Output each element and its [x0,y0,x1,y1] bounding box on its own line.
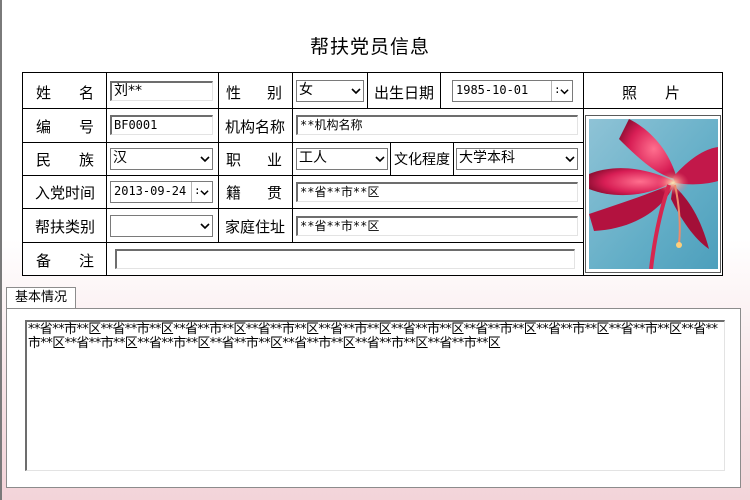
col-divider [583,73,584,275]
chevron-down-icon [351,88,361,95]
ethnicity-select[interactable]: 汉 [110,148,213,170]
member-photo[interactable] [589,119,718,269]
label-birthdate: 出生日期 [373,83,434,102]
col-divider [367,73,368,108]
photo-header-divider [583,108,722,109]
flower-photo [589,119,718,269]
row-divider [23,142,583,143]
remark-field[interactable] [115,249,575,269]
org-name-field[interactable]: **机构名称 [296,115,578,135]
assist-type-select[interactable] [110,215,213,237]
chevron-down-icon [560,89,569,95]
date-dropdown-button[interactable]: : [191,182,212,202]
number-field[interactable]: BF0001 [110,115,213,135]
home-address-field[interactable]: **省**市**区 [296,216,578,236]
page-title: 帮扶党员信息 [309,36,430,58]
basic-info-textarea[interactable]: **省**市**区**省**市**区**省**市**区**省**市**区**省*… [25,320,725,471]
join-date-picker[interactable]: 2013-09-24: [110,181,213,203]
gender-select[interactable]: 女 [296,80,364,102]
col-divider [440,73,441,108]
name-field[interactable]: 刘** [110,81,213,101]
label-org-name: 机构名称 [224,117,285,136]
label-home-address: 家庭住址 [224,217,285,236]
col-divider [292,73,293,242]
window-left-edge [0,0,2,500]
chevron-down-icon [200,223,210,230]
label-assist-type: 帮扶类别 [34,217,95,236]
col-divider [218,73,219,242]
chevron-down-icon [565,156,575,163]
birthdate-picker[interactable]: 1985-10-01: [452,80,573,102]
col-divider [106,73,107,275]
chevron-down-icon [200,156,210,163]
label-education: 文化程度 [394,152,450,168]
label-gender: 性别 [226,83,282,102]
row-divider [23,175,583,176]
label-occupation: 职业 [226,150,282,169]
label-name: 姓名 [36,83,94,102]
row-divider [23,208,583,209]
date-dropdown-button[interactable]: : [551,81,572,101]
label-number: 编号 [36,117,94,136]
label-ethnicity: 民族 [36,150,94,169]
label-photo: 照片 [622,83,680,102]
row-divider [23,242,583,243]
chevron-down-icon [375,156,385,163]
label-native-place: 籍贯 [226,183,282,202]
occupation-select[interactable]: 工人 [296,148,388,170]
label-remark: 备注 [36,251,94,270]
education-select[interactable]: 大学本科 [456,148,578,170]
label-join-date: 入党时间 [34,183,95,202]
row-divider [23,108,583,109]
native-place-field[interactable]: **省**市**区 [296,182,578,202]
chevron-down-icon [200,190,209,196]
col-divider [390,142,391,175]
tab-basic-info[interactable]: 基本情况 [6,287,76,309]
col-divider [453,142,454,175]
